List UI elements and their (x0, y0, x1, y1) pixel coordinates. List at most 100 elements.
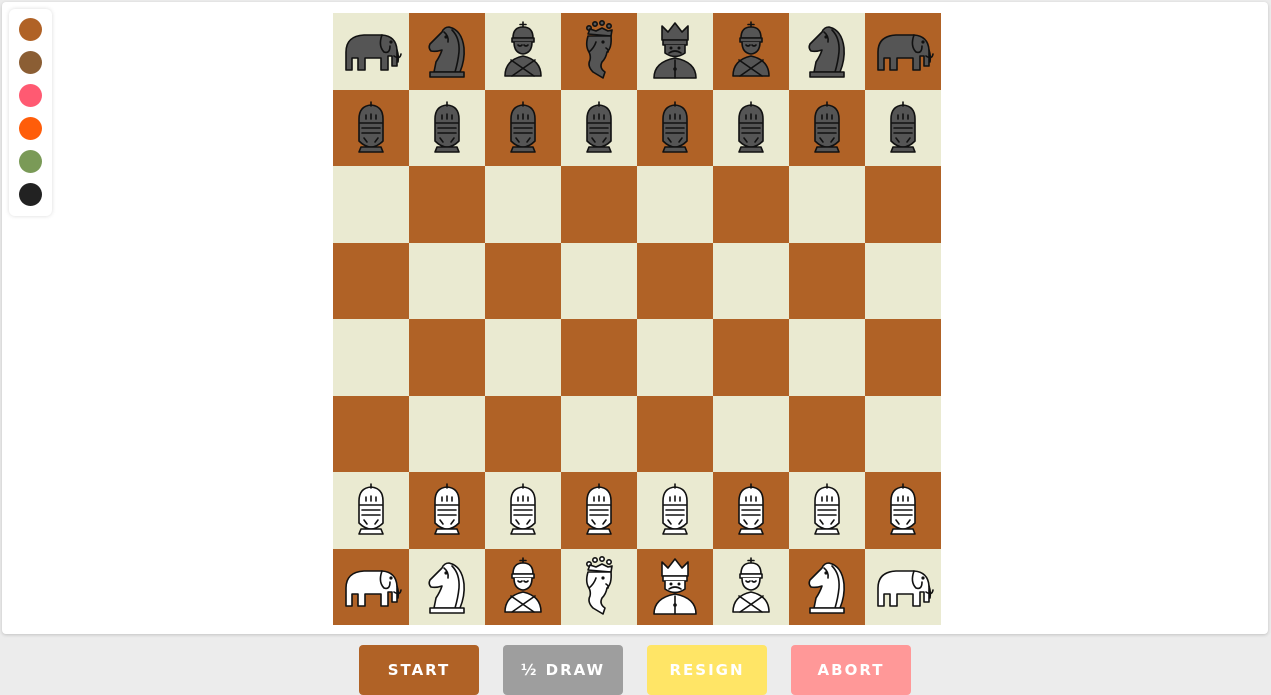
square-e1[interactable] (637, 548, 713, 625)
square-d1[interactable] (561, 548, 637, 625)
square-f4[interactable] (713, 319, 789, 396)
knight-icon[interactable] (794, 18, 860, 84)
square-g6[interactable] (789, 166, 865, 243)
bishop-icon[interactable] (490, 18, 556, 84)
knight-helmet-icon[interactable] (338, 95, 404, 161)
bishop-icon[interactable] (718, 18, 784, 84)
square-h7[interactable] (865, 89, 941, 166)
bishop-icon[interactable] (718, 554, 784, 620)
elephant-icon[interactable] (338, 18, 404, 84)
square-f3[interactable] (713, 395, 789, 472)
square-h8[interactable] (865, 13, 941, 90)
square-g3[interactable] (789, 395, 865, 472)
square-d6[interactable] (561, 166, 637, 243)
square-e3[interactable] (637, 395, 713, 472)
square-f8[interactable] (713, 13, 789, 90)
color-swatch-orange[interactable] (19, 117, 42, 140)
square-c5[interactable] (485, 242, 561, 319)
elephant-icon[interactable] (870, 554, 936, 620)
king-icon[interactable] (642, 554, 708, 620)
square-a2[interactable] (333, 472, 409, 549)
knight-helmet-icon[interactable] (414, 95, 480, 161)
square-a1[interactable] (333, 548, 409, 625)
square-b4[interactable] (409, 319, 485, 396)
square-h5[interactable] (865, 242, 941, 319)
square-g8[interactable] (789, 13, 865, 90)
square-b7[interactable] (409, 89, 485, 166)
square-h1[interactable] (865, 548, 941, 625)
knight-helmet-icon[interactable] (338, 477, 404, 543)
square-c8[interactable] (485, 13, 561, 90)
knight-icon[interactable] (414, 554, 480, 620)
knight-helmet-icon[interactable] (490, 477, 556, 543)
square-a4[interactable] (333, 319, 409, 396)
square-g2[interactable] (789, 472, 865, 549)
square-g5[interactable] (789, 242, 865, 319)
square-h4[interactable] (865, 319, 941, 396)
elephant-icon[interactable] (338, 554, 404, 620)
square-d5[interactable] (561, 242, 637, 319)
square-d7[interactable] (561, 89, 637, 166)
square-a7[interactable] (333, 89, 409, 166)
square-b2[interactable] (409, 472, 485, 549)
knight-helmet-icon[interactable] (566, 95, 632, 161)
square-f2[interactable] (713, 472, 789, 549)
bishop-icon[interactable] (490, 554, 556, 620)
start-button[interactable]: START (359, 645, 479, 695)
color-swatch-black[interactable] (19, 183, 42, 206)
resign-button[interactable]: RESIGN (647, 645, 767, 695)
square-d2[interactable] (561, 472, 637, 549)
square-a6[interactable] (333, 166, 409, 243)
queen-icon[interactable] (566, 554, 632, 620)
knight-helmet-icon[interactable] (718, 477, 784, 543)
square-g4[interactable] (789, 319, 865, 396)
color-swatch-dark-brown[interactable] (19, 51, 42, 74)
square-c3[interactable] (485, 395, 561, 472)
knight-icon[interactable] (794, 554, 860, 620)
color-swatch-pink[interactable] (19, 84, 42, 107)
knight-helmet-icon[interactable] (718, 95, 784, 161)
square-c7[interactable] (485, 89, 561, 166)
square-e2[interactable] (637, 472, 713, 549)
square-e5[interactable] (637, 242, 713, 319)
square-e7[interactable] (637, 89, 713, 166)
elephant-icon[interactable] (870, 18, 936, 84)
square-b6[interactable] (409, 166, 485, 243)
square-f5[interactable] (713, 242, 789, 319)
square-f6[interactable] (713, 166, 789, 243)
square-f7[interactable] (713, 89, 789, 166)
color-swatch-olive[interactable] (19, 150, 42, 173)
square-f1[interactable] (713, 548, 789, 625)
square-e8[interactable] (637, 13, 713, 90)
offer-draw-button[interactable]: ½ DRAW (503, 645, 623, 695)
square-g1[interactable] (789, 548, 865, 625)
queen-icon[interactable] (566, 18, 632, 84)
knight-helmet-icon[interactable] (794, 95, 860, 161)
square-a8[interactable] (333, 13, 409, 90)
knight-helmet-icon[interactable] (870, 95, 936, 161)
square-b3[interactable] (409, 395, 485, 472)
knight-helmet-icon[interactable] (490, 95, 556, 161)
square-d3[interactable] (561, 395, 637, 472)
square-d8[interactable] (561, 13, 637, 90)
square-e6[interactable] (637, 166, 713, 243)
knight-helmet-icon[interactable] (642, 95, 708, 161)
square-d4[interactable] (561, 319, 637, 396)
square-h3[interactable] (865, 395, 941, 472)
knight-icon[interactable] (414, 18, 480, 84)
king-icon[interactable] (642, 18, 708, 84)
square-g7[interactable] (789, 89, 865, 166)
color-swatch-brown[interactable] (19, 18, 42, 41)
square-c1[interactable] (485, 548, 561, 625)
square-a3[interactable] (333, 395, 409, 472)
square-b8[interactable] (409, 13, 485, 90)
square-c4[interactable] (485, 319, 561, 396)
square-h2[interactable] (865, 472, 941, 549)
square-h6[interactable] (865, 166, 941, 243)
square-a5[interactable] (333, 242, 409, 319)
square-c6[interactable] (485, 166, 561, 243)
knight-helmet-icon[interactable] (870, 477, 936, 543)
knight-helmet-icon[interactable] (794, 477, 860, 543)
abort-button[interactable]: ABORT (791, 645, 911, 695)
knight-helmet-icon[interactable] (566, 477, 632, 543)
